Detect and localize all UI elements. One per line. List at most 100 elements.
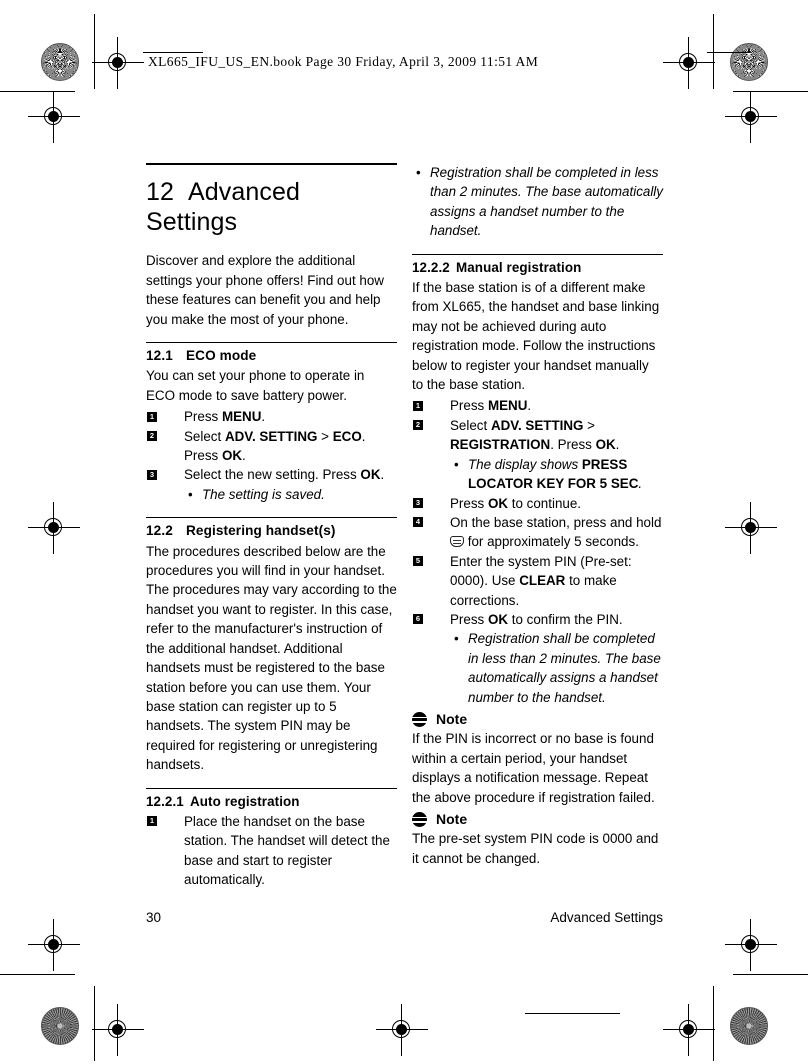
step-text: Select bbox=[184, 428, 225, 444]
step-text: . bbox=[638, 476, 643, 492]
step-number-badge: 2 bbox=[147, 431, 157, 442]
bullet-icon: • bbox=[188, 486, 193, 502]
section-number-eco: 12.1 bbox=[146, 348, 173, 364]
step-number-badge: 6 bbox=[413, 614, 423, 625]
step-text: . bbox=[615, 437, 620, 453]
step-text: Press bbox=[450, 495, 488, 511]
numbered-step: 1 Place the handset on the base station. … bbox=[146, 812, 397, 890]
step-text: Place the handset on the base station. T… bbox=[184, 813, 390, 888]
step-text: . Press bbox=[550, 437, 596, 453]
emphasis-text: OK bbox=[487, 611, 509, 627]
step-number-badge: 3 bbox=[147, 469, 157, 480]
subsection-title-auto: Auto registration bbox=[190, 793, 300, 809]
numbered-step: 3 Press OK to continue. bbox=[412, 494, 663, 513]
emphasis-text: REGISTRATION bbox=[450, 437, 551, 453]
step-sub-bullets: • Registration shall be completed in less… bbox=[450, 629, 663, 707]
note-label: Note bbox=[436, 710, 468, 727]
step-text: . bbox=[380, 467, 385, 483]
subsection-rule-auto bbox=[146, 787, 397, 789]
bullet-icon: • bbox=[454, 456, 459, 472]
step-text: The display shows bbox=[468, 456, 582, 472]
step-number-badge: 5 bbox=[413, 556, 423, 567]
section-heading-eco: 12.1 ECO mode bbox=[146, 346, 397, 365]
column-right: • Registration shall be completed in less… bbox=[412, 163, 663, 870]
step-sub-bullets: • The display shows PRESS LOCATOR KEY FOR… bbox=[450, 455, 663, 494]
numbered-step: 1 Press MENU. bbox=[146, 407, 397, 426]
step-number-badge: 2 bbox=[413, 420, 423, 431]
footer-running-title: Advanced Settings bbox=[550, 910, 663, 925]
step-text: Press bbox=[450, 611, 488, 627]
emphasis-text: ADV. SETTING bbox=[490, 417, 584, 433]
numbered-step: 5 Enter the system PIN (Pre-set: 0000). U… bbox=[412, 552, 663, 610]
locator-key-icon bbox=[450, 536, 464, 548]
emphasis-text: OK bbox=[487, 495, 509, 511]
step-text: > bbox=[317, 428, 333, 444]
step-text: Registration shall be completed in less … bbox=[430, 165, 663, 239]
note-icon bbox=[412, 812, 427, 828]
subsection-number-auto: 12.2.1 bbox=[146, 793, 184, 809]
step-text: The setting is saved. bbox=[202, 486, 325, 502]
chapter-number: 12 bbox=[146, 178, 175, 207]
step-text: Registration shall be completed in less … bbox=[468, 631, 661, 705]
chapter-rule bbox=[146, 163, 397, 166]
step-number-badge: 1 bbox=[147, 816, 157, 827]
subsection-heading-auto: 12.2.1 Auto registration bbox=[146, 792, 397, 811]
sub-bullet-item: • Registration shall be completed in less… bbox=[450, 629, 663, 707]
page-content: 12 Advanced Settings Discover and explore… bbox=[0, 0, 808, 1064]
step-text: Select the new setting. Press bbox=[184, 467, 361, 483]
step-text: Press bbox=[184, 409, 222, 425]
page-title: 12 Advanced Settings bbox=[146, 177, 397, 237]
note-text-2: The pre-set system PIN code is 0000 and … bbox=[412, 831, 659, 866]
emphasis-text: ECO bbox=[332, 428, 362, 444]
numbered-step: 2 Select ADV. SETTING > REGISTRATION. Pre… bbox=[412, 416, 663, 494]
step-text: for approximately 5 seconds. bbox=[464, 534, 639, 550]
step-text: . bbox=[527, 398, 532, 414]
step-text: . bbox=[242, 448, 246, 464]
numbered-step: 3 Select the new setting. Press OK. • The s… bbox=[146, 465, 397, 504]
step-text: to confirm the PIN. bbox=[508, 611, 623, 627]
sub-bullet-item: • The setting is saved. bbox=[184, 485, 397, 504]
numbered-step: 2 Select ADV. SETTING > ECO. Press OK. bbox=[146, 427, 397, 466]
subsection-rule-manual bbox=[412, 253, 663, 255]
step-text: > bbox=[583, 417, 595, 433]
column-left: 12 Advanced Settings Discover and explore… bbox=[146, 163, 397, 890]
chapter-intro: Discover and explore the additional sett… bbox=[146, 253, 384, 327]
emphasis-text: OK bbox=[595, 437, 616, 453]
step-number-badge: 4 bbox=[413, 517, 423, 528]
section-title-eco: ECO mode bbox=[186, 348, 257, 364]
numbered-step: 1 Press MENU. bbox=[412, 396, 663, 415]
emphasis-text: OK bbox=[221, 448, 243, 464]
note-label: Note bbox=[436, 811, 468, 827]
step-sub-bullets: • The setting is saved. bbox=[184, 485, 397, 504]
bullet-icon: • bbox=[416, 165, 421, 180]
emphasis-text: ADV. SETTING bbox=[224, 428, 318, 444]
auto-registration-continued-notes: • Registration shall be completed in less… bbox=[412, 163, 663, 241]
subsection-intro-manual: If the base station is of a different ma… bbox=[412, 280, 660, 393]
emphasis-text: MENU bbox=[221, 409, 262, 425]
subsection-title-manual: Manual registration bbox=[456, 259, 582, 275]
subsection-heading-manual: 12.2.2 Manual registration bbox=[412, 258, 663, 277]
emphasis-text: CLEAR bbox=[519, 573, 566, 589]
bullet-icon: • bbox=[454, 631, 459, 647]
step-text: On the base station, press and hold bbox=[450, 514, 662, 530]
section-heading-registering: 12.2 Registering handset(s) bbox=[146, 521, 397, 540]
step-text: Select bbox=[450, 417, 491, 433]
section-title-registering: Registering handset(s) bbox=[186, 523, 336, 539]
section-intro-eco: You can set your phone to operate in ECO… bbox=[146, 368, 365, 403]
steps-manual: 1 Press MENU. 2 Select ADV. SETTING > REGIS… bbox=[412, 396, 663, 707]
step-number-badge: 3 bbox=[413, 498, 423, 508]
sub-bullet-item: • The display shows PRESS LOCATOR KEY FOR… bbox=[450, 455, 663, 494]
step-text: to continue. bbox=[508, 495, 582, 511]
note-heading-1: Note bbox=[412, 710, 663, 729]
note-icon bbox=[412, 712, 427, 728]
note-heading-2: Note bbox=[412, 810, 663, 829]
section-body-registering: The procedures described below are the p… bbox=[146, 543, 397, 773]
steps-auto: 1 Place the handset on the base station. … bbox=[146, 812, 397, 890]
subsection-number-manual: 12.2.2 bbox=[412, 259, 450, 275]
section-number-registering: 12.2 bbox=[146, 523, 173, 539]
step-number-badge: 1 bbox=[147, 411, 157, 422]
page-footer: 30 Advanced Settings bbox=[146, 910, 663, 925]
step-text: Press bbox=[450, 398, 488, 414]
step-text: . bbox=[261, 409, 266, 425]
note-text-1: If the PIN is incorrect or no base is fo… bbox=[412, 731, 655, 805]
